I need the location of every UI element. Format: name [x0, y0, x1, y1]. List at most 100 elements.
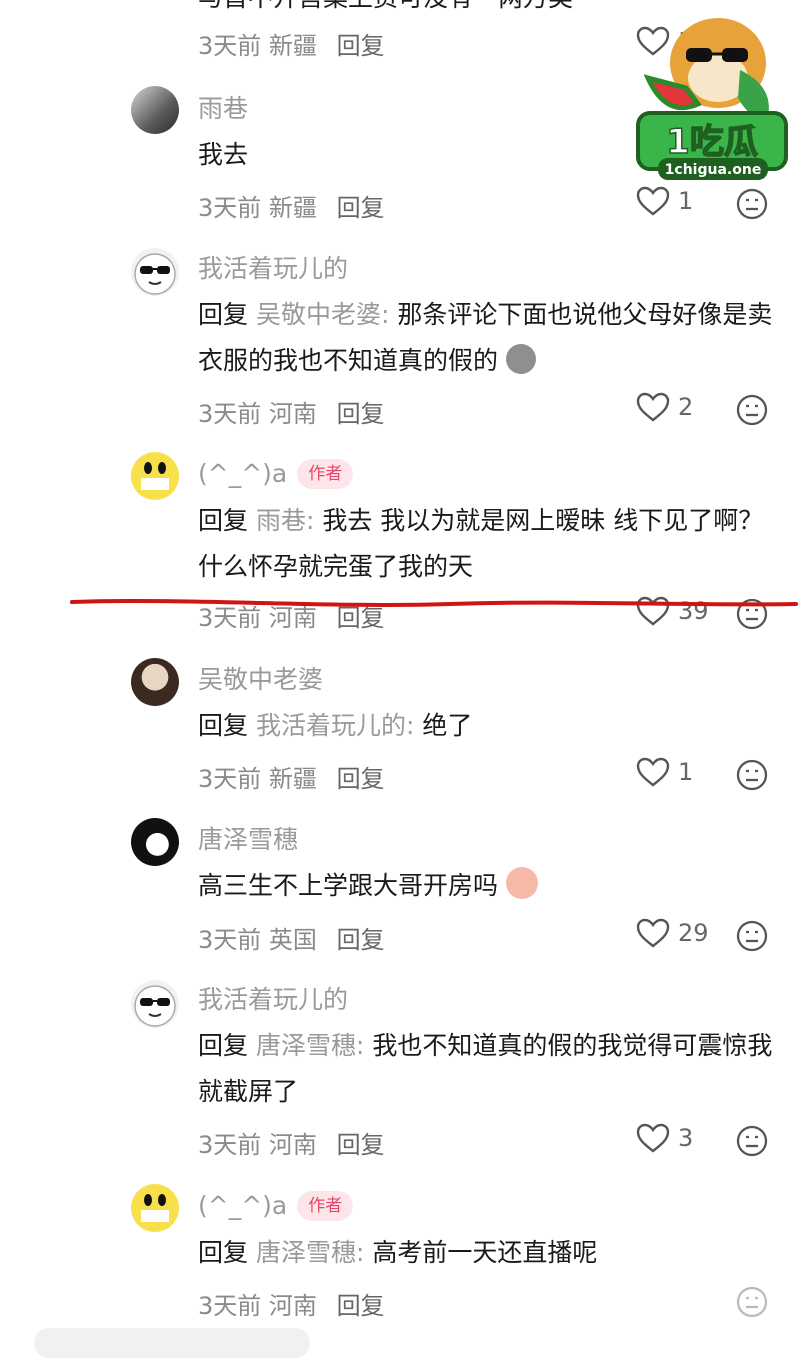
comment-location: 新疆 [268, 194, 317, 222]
comment-nickname[interactable]: 我活着玩儿的 [198, 253, 348, 285]
dislike-face-icon[interactable] [736, 920, 768, 952]
comment-body: 回复 雨巷: 我去 我以为就是网上暧昧 线下见了啊？什么怀孕就完蛋了我的天 [198, 498, 773, 590]
dislike-face-icon[interactable] [736, 188, 768, 220]
avatar[interactable] [131, 658, 179, 706]
comment-location: 新疆 [268, 32, 317, 60]
dislike-face-icon[interactable] [736, 1125, 768, 1157]
comment-body: 回复 唐泽雪穗: 我也不知道真的假的我觉得可震惊我就截屏了 [198, 1023, 773, 1115]
comment-text: 高三生不上学跟大哥开房吗 [198, 871, 499, 900]
smiley-face-icon [132, 453, 178, 499]
author-badge: 作者 [297, 459, 354, 489]
like-button[interactable]: 29 [636, 918, 709, 948]
author-badge: 作者 [297, 1191, 354, 1221]
comment-location: 河南 [268, 400, 317, 428]
like-button[interactable]: 3 [636, 1123, 693, 1153]
comment-text: 绝了 [422, 711, 473, 740]
reply-button[interactable]: 回复 [337, 765, 385, 793]
comment-meta: 3天前 新疆 回复 [198, 26, 385, 61]
reply-button[interactable]: 回复 [337, 1131, 385, 1159]
avatar[interactable] [131, 86, 179, 134]
like-count: 1 [678, 758, 694, 786]
comment-meta: 3天前 河南 回复 [198, 394, 385, 429]
partial-comment-text: 与首不开售案上资可没有一两万类 [198, 0, 573, 14]
like-count: 3 [678, 1124, 694, 1152]
comment-time: 3天前 [198, 194, 262, 222]
comment-location: 新疆 [268, 765, 317, 793]
comment-time: 3天前 [198, 765, 262, 793]
dislike-face-icon[interactable] [736, 759, 768, 791]
heart-icon [636, 757, 670, 787]
comment-body: 回复 唐泽雪穗: 高考前一天还直播呢 [198, 1230, 773, 1276]
smiley-face-icon [132, 1185, 178, 1231]
reply-target[interactable]: 我活着玩儿的: [256, 711, 414, 740]
heart-icon [636, 186, 670, 216]
comment-nickname[interactable]: 雨巷 [198, 93, 248, 125]
comment-time: 3天前 [198, 1131, 262, 1159]
reply-target[interactable]: 唐泽雪穗: [256, 1031, 364, 1060]
comment-location: 河南 [268, 1131, 317, 1159]
comment-meta: 3天前 新疆 回复 [198, 188, 385, 223]
reply-target[interactable]: 唐泽雪穗: [256, 1238, 364, 1267]
comment-nickname[interactable]: 我活着玩儿的 [198, 984, 348, 1016]
comment-body: 回复 吴敬中老婆: 那条评论下面也说他父母好像是卖衣服的我也不知道真的假的 [198, 292, 773, 384]
comment-nickname[interactable]: 吴敬中老婆 [198, 664, 323, 696]
comment-meta: 3天前 新疆 回复 [198, 759, 385, 794]
comment-meta: 3天前 英国 回复 [198, 920, 385, 955]
reply-prefix: 回复 [198, 1031, 249, 1060]
brand-logo-text: 1吃瓜 [666, 122, 758, 162]
sunglasses-face-icon [134, 985, 176, 1027]
avatar[interactable] [131, 1184, 179, 1232]
red-annotation-line [70, 599, 798, 607]
reply-prefix: 回复 [198, 711, 249, 740]
brand-watermark: 1吃瓜 1chigua.one [628, 8, 790, 188]
like-count: 29 [678, 919, 709, 947]
avatar[interactable] [131, 980, 179, 1028]
comment-time: 3天前 [198, 400, 262, 428]
reply-prefix: 回复 [198, 506, 249, 535]
reply-button[interactable]: 回复 [337, 32, 385, 60]
comment-input-bar[interactable] [34, 1328, 310, 1358]
heart-icon [636, 1123, 670, 1153]
avatar[interactable] [131, 452, 179, 500]
comment-text: 高考前一天还直播呢 [372, 1238, 598, 1267]
comment-meta: 3天前 河南 回复 [198, 1125, 385, 1160]
dislike-face-icon[interactable] [736, 1286, 768, 1318]
like-button[interactable]: 2 [636, 392, 693, 422]
comment-nickname: (^_^)a 作者 [198, 1190, 354, 1222]
reply-button[interactable]: 回复 [337, 400, 385, 428]
avatar[interactable] [131, 248, 179, 296]
comment-body: 回复 我活着玩儿的: 绝了 [198, 703, 773, 749]
reply-target[interactable]: 吴敬中老婆: [256, 300, 389, 329]
heart-icon [636, 918, 670, 948]
comment-time: 3天前 [198, 32, 262, 60]
comment-meta: 3天前 河南 回复 [198, 1286, 385, 1321]
like-button[interactable]: 1 [636, 757, 693, 787]
reply-button[interactable]: 回复 [337, 1292, 385, 1320]
crying-emoji-icon [505, 867, 538, 899]
comment-body: 高三生不上学跟大哥开房吗 [198, 863, 773, 909]
sunglasses-face-icon [134, 253, 176, 295]
emoji-icon [505, 344, 536, 374]
comment-time: 3天前 [198, 1292, 262, 1320]
reply-prefix: 回复 [198, 1238, 249, 1267]
like-count: 2 [678, 393, 694, 421]
comment-location: 河南 [268, 1292, 317, 1320]
reply-button[interactable]: 回复 [337, 194, 385, 222]
like-count: 1 [678, 187, 694, 215]
nickname-text[interactable]: (^_^)a [198, 459, 287, 488]
nickname-text[interactable]: (^_^)a [198, 1191, 287, 1220]
comment-location: 英国 [268, 926, 317, 954]
comment-text: 我去 [198, 140, 249, 169]
comment-nickname: (^_^)a 作者 [198, 458, 354, 490]
reply-prefix: 回复 [198, 300, 249, 329]
reply-button[interactable]: 回复 [337, 926, 385, 954]
avatar[interactable] [131, 818, 179, 866]
heart-icon [636, 392, 670, 422]
reply-target[interactable]: 雨巷: [256, 506, 314, 535]
comment-nickname[interactable]: 唐泽雪穗 [198, 824, 298, 856]
brand-domain-text: 1chigua.one [665, 162, 762, 178]
hamster-mascot-logo: 1吃瓜 1chigua.one [636, 18, 788, 180]
comment-time: 3天前 [198, 926, 262, 954]
like-button[interactable]: 1 [636, 186, 693, 216]
dislike-face-icon[interactable] [736, 394, 768, 426]
